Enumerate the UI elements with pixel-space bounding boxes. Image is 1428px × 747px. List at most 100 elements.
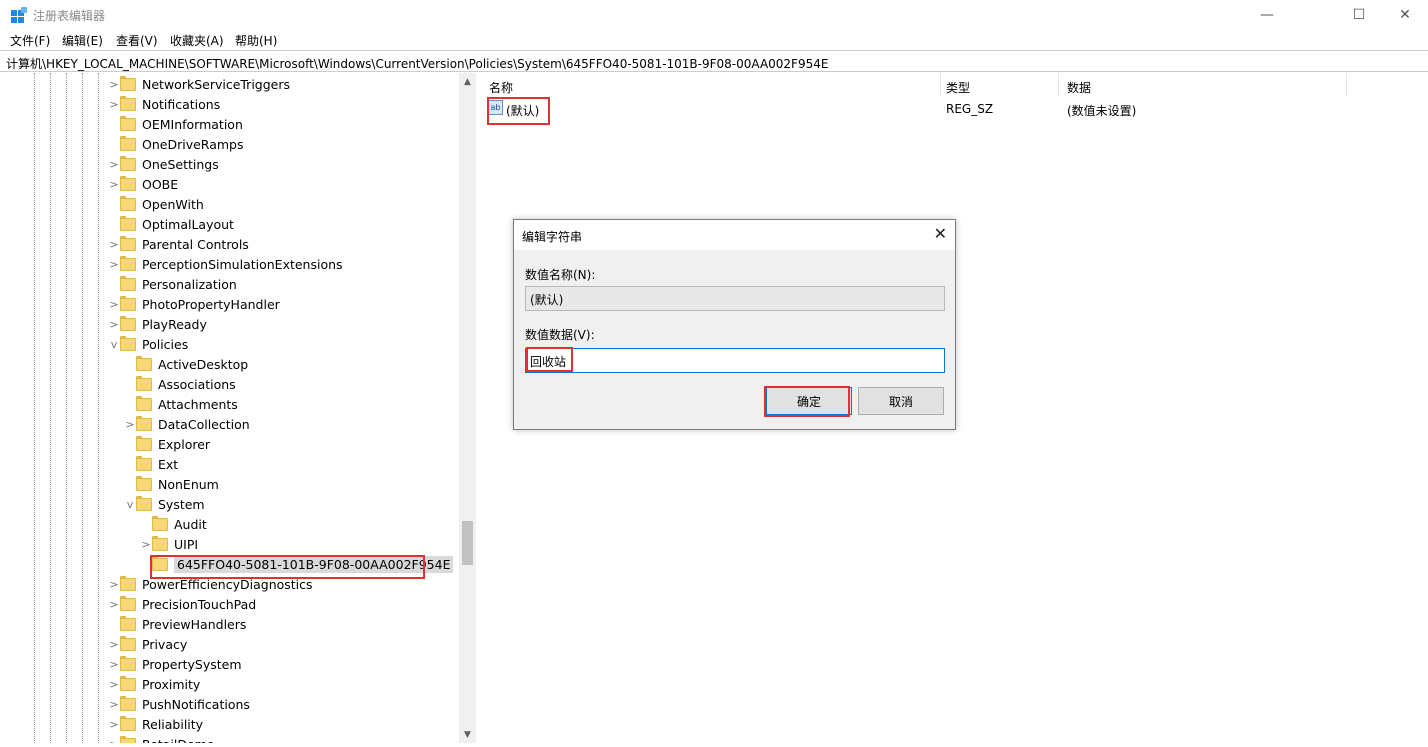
- chevron-icon[interactable]: >: [108, 234, 120, 254]
- chevron-icon[interactable]: >: [108, 314, 120, 334]
- tree-item-label: Parental Controls: [142, 236, 249, 252]
- chevron-icon[interactable]: [108, 214, 120, 234]
- folder-icon: [120, 275, 136, 291]
- chevron-icon[interactable]: [108, 114, 120, 134]
- chevron-icon[interactable]: >: [108, 734, 120, 744]
- tree-item[interactable]: > PrecisionTouchPad: [108, 594, 256, 614]
- chevron-icon[interactable]: >: [108, 154, 120, 174]
- close-icon[interactable]: ✕: [934, 224, 947, 243]
- address-bar[interactable]: 计算机\HKEY_LOCAL_MACHINE\SOFTWARE\Microsof…: [0, 50, 1428, 72]
- title-bar: 注册表编辑器 — ☐ ✕: [0, 0, 1428, 30]
- chevron-icon[interactable]: [108, 614, 120, 634]
- tree-item[interactable]: ActiveDesktop: [124, 354, 248, 374]
- tree-item[interactable]: > Proximity: [108, 674, 200, 694]
- tree-item[interactable]: Audit: [140, 514, 207, 534]
- tree-item[interactable]: PreviewHandlers: [108, 614, 246, 634]
- chevron-icon[interactable]: >: [108, 294, 120, 314]
- scroll-down-arrow-icon[interactable]: ▼: [459, 726, 476, 743]
- scroll-thumb[interactable]: [462, 521, 473, 565]
- chevron-icon[interactable]: >: [108, 674, 120, 694]
- tree-item[interactable]: > PushNotifications: [108, 694, 250, 714]
- tree-item[interactable]: Explorer: [124, 434, 210, 454]
- chevron-icon[interactable]: [124, 454, 136, 474]
- tree-item[interactable]: NonEnum: [124, 474, 219, 494]
- cancel-button[interactable]: 取消: [858, 387, 944, 415]
- tree-item[interactable]: OpenWith: [108, 194, 204, 214]
- tree-item[interactable]: OptimalLayout: [108, 214, 234, 234]
- highlight-default-value: [487, 97, 550, 125]
- column-header-name[interactable]: 名称: [481, 73, 941, 97]
- tree-item[interactable]: > OOBE: [108, 174, 178, 194]
- chevron-icon[interactable]: [124, 374, 136, 394]
- chevron-icon[interactable]: >: [108, 74, 120, 94]
- tree-item[interactable]: OneDriveRamps: [108, 134, 243, 154]
- tree-item[interactable]: Ext: [124, 454, 178, 474]
- maximize-button[interactable]: ☐: [1336, 0, 1382, 30]
- chevron-icon[interactable]: [124, 474, 136, 494]
- tree-item[interactable]: > Notifications: [108, 94, 220, 114]
- folder-icon: [136, 415, 152, 431]
- tree-item[interactable]: v System: [124, 494, 205, 514]
- tree-item[interactable]: > DataCollection: [124, 414, 250, 434]
- chevron-icon[interactable]: >: [108, 714, 120, 734]
- chevron-icon[interactable]: >: [108, 654, 120, 674]
- tree-item-label: Policies: [142, 336, 189, 352]
- menu-view[interactable]: 查看(V): [116, 32, 158, 49]
- tree-item[interactable]: OEMInformation: [108, 114, 243, 134]
- chevron-icon[interactable]: >: [108, 634, 120, 654]
- tree-item[interactable]: v Policies: [108, 334, 188, 354]
- tree-item-label: OneSettings: [142, 156, 219, 172]
- chevron-icon[interactable]: [124, 354, 136, 374]
- chevron-icon[interactable]: >: [108, 254, 120, 274]
- chevron-icon[interactable]: >: [140, 534, 152, 554]
- chevron-icon[interactable]: >: [108, 574, 120, 594]
- folder-icon: [136, 455, 152, 471]
- tree-item-label: OOBE: [142, 176, 179, 192]
- tree-item[interactable]: Personalization: [108, 274, 237, 294]
- tree-item[interactable]: > PlayReady: [108, 314, 207, 334]
- chevron-icon[interactable]: [124, 434, 136, 454]
- tree-item[interactable]: > Privacy: [108, 634, 187, 654]
- menu-help[interactable]: 帮助(H): [235, 32, 277, 49]
- tree-item[interactable]: > Reliability: [108, 714, 203, 734]
- tree-item[interactable]: > UIPI: [140, 534, 198, 554]
- chevron-icon[interactable]: >: [108, 94, 120, 114]
- chevron-icon[interactable]: >: [108, 594, 120, 614]
- chevron-icon[interactable]: [108, 194, 120, 214]
- chevron-icon[interactable]: [108, 274, 120, 294]
- chevron-icon[interactable]: [124, 394, 136, 414]
- tree-item[interactable]: > RetailDemo: [108, 734, 214, 743]
- close-window-button[interactable]: ✕: [1382, 0, 1428, 30]
- tree-item[interactable]: > PerceptionSimulationExtensions: [108, 254, 343, 274]
- chevron-icon[interactable]: >: [108, 694, 120, 714]
- chevron-icon[interactable]: v: [124, 494, 136, 514]
- tree-item-label: ActiveDesktop: [158, 356, 249, 372]
- highlight-data-value: [526, 347, 573, 372]
- tree-item[interactable]: > OneSettings: [108, 154, 219, 174]
- value-name-label: 数值名称(N):: [525, 268, 596, 282]
- chevron-icon[interactable]: >: [124, 414, 136, 434]
- tree-item[interactable]: Attachments: [124, 394, 238, 414]
- address-path[interactable]: 计算机\HKEY_LOCAL_MACHINE\SOFTWARE\Microsof…: [6, 55, 828, 72]
- minimize-button[interactable]: —: [1244, 0, 1290, 30]
- chevron-icon[interactable]: >: [108, 174, 120, 194]
- tree-item[interactable]: > Parental Controls: [108, 234, 249, 254]
- scroll-up-arrow-icon[interactable]: ▲: [459, 73, 476, 90]
- chevron-icon[interactable]: [108, 134, 120, 154]
- chevron-icon[interactable]: v: [108, 334, 120, 354]
- value-data-input[interactable]: 回收站: [525, 348, 945, 373]
- tree-item[interactable]: > NetworkServiceTriggers: [108, 74, 290, 94]
- registry-tree[interactable]: > NetworkServiceTriggers > Notifications OEM…: [0, 73, 476, 743]
- tree-item[interactable]: Associations: [124, 374, 236, 394]
- menu-edit[interactable]: 编辑(E): [62, 32, 103, 49]
- column-header-data[interactable]: 数据: [1059, 73, 1347, 97]
- tree-scrollbar[interactable]: ▲ ▼: [459, 73, 476, 743]
- list-row[interactable]: ab (默认) REG_SZ (数值未设置): [481, 99, 1428, 119]
- tree-item[interactable]: > PropertySystem: [108, 654, 242, 674]
- menu-file[interactable]: 文件(F): [10, 32, 50, 49]
- chevron-icon[interactable]: [140, 514, 152, 534]
- column-header-type[interactable]: 类型: [938, 73, 1059, 97]
- tree-item-label: Audit: [174, 516, 207, 532]
- tree-item[interactable]: > PhotoPropertyHandler: [108, 294, 280, 314]
- menu-favorites[interactable]: 收藏夹(A): [170, 32, 224, 49]
